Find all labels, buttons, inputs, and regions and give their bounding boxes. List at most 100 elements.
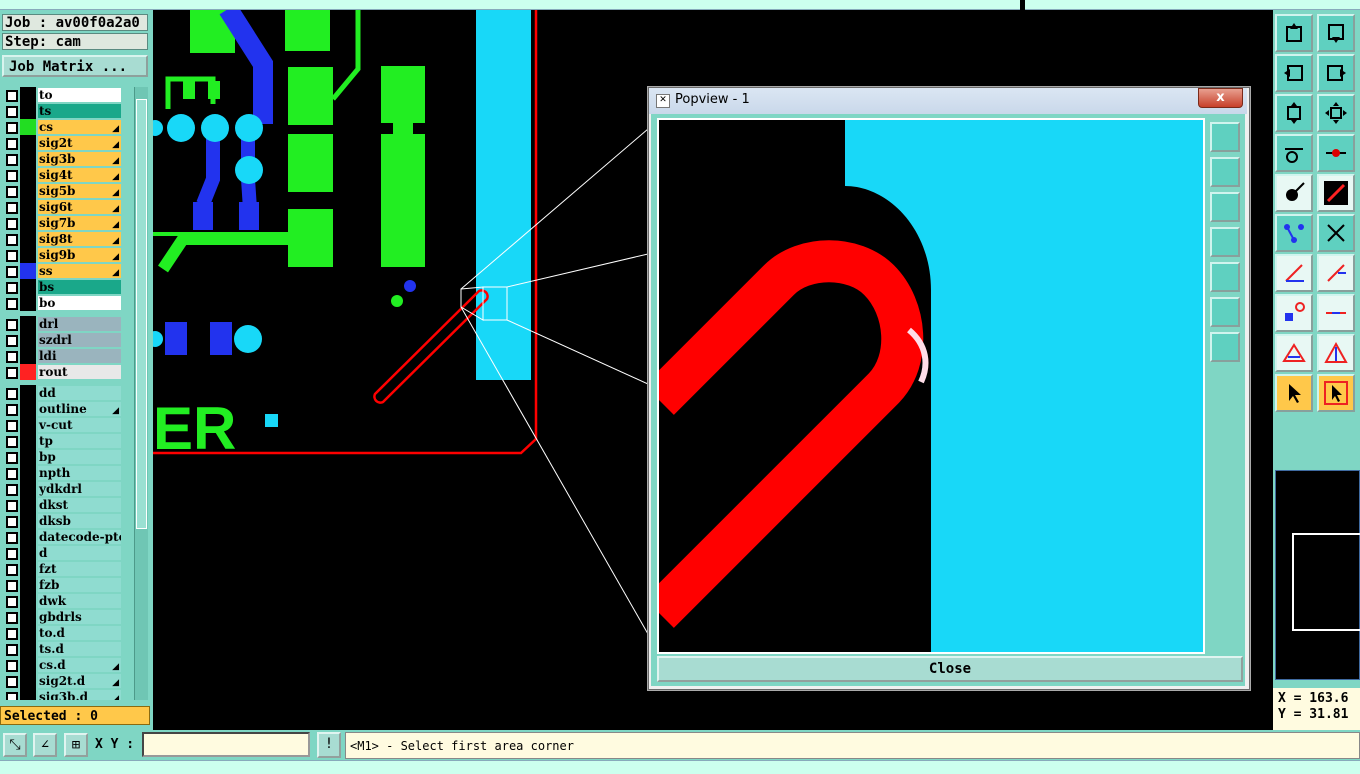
alert-icon[interactable]: ! — [317, 732, 341, 758]
layer-color-swatch[interactable] — [20, 689, 36, 700]
close-button[interactable]: Close — [657, 656, 1243, 682]
layer-color-swatch[interactable] — [20, 625, 36, 641]
layer-row[interactable]: dksb — [2, 513, 122, 529]
popview-canvas[interactable] — [657, 118, 1205, 654]
layer-color-swatch[interactable] — [20, 151, 36, 167]
triangle-icon[interactable] — [1275, 334, 1313, 372]
layer-row[interactable]: sig2t.d ◢ — [2, 673, 122, 689]
layer-color-swatch[interactable] — [20, 279, 36, 295]
cross-icon[interactable] — [1317, 214, 1355, 252]
layer-checkbox[interactable] — [6, 532, 18, 544]
layer-color-swatch[interactable] — [20, 529, 36, 545]
layer-checkbox[interactable] — [6, 122, 18, 134]
layer-color-swatch[interactable] — [20, 401, 36, 417]
layer-row[interactable]: fzb — [2, 577, 122, 593]
pan-up-icon[interactable] — [1210, 157, 1240, 187]
layer-checkbox[interactable] — [6, 90, 18, 102]
angle-measure-icon[interactable] — [1275, 254, 1313, 292]
layer-color-swatch[interactable] — [20, 199, 36, 215]
layer-checkbox[interactable] — [6, 564, 18, 576]
layer-row[interactable]: dwk — [2, 593, 122, 609]
layer-row[interactable]: drl — [2, 316, 122, 332]
connect-icon[interactable] — [1275, 214, 1313, 252]
layer-row[interactable]: dkst — [2, 497, 122, 513]
layer-checkbox[interactable] — [6, 250, 18, 262]
layer-color-swatch[interactable] — [20, 497, 36, 513]
layer-color-swatch[interactable] — [20, 465, 36, 481]
fit-view-icon[interactable] — [1275, 94, 1313, 132]
layer-row[interactable]: szdrl — [2, 332, 122, 348]
close-icon[interactable]: x — [1198, 88, 1243, 108]
layer-checkbox[interactable] — [6, 202, 18, 214]
layer-row[interactable]: outline ◢ — [2, 401, 122, 417]
zoom-home-icon[interactable] — [1210, 332, 1240, 362]
layer-color-swatch[interactable] — [20, 167, 36, 183]
layer-color-swatch[interactable] — [20, 577, 36, 593]
layer-color-swatch[interactable] — [20, 332, 36, 348]
pan-right-icon[interactable] — [1210, 262, 1240, 292]
grid-snap-icon[interactable]: ⊞ — [64, 733, 88, 757]
layer-color-swatch[interactable] — [20, 263, 36, 279]
layer-checkbox[interactable] — [6, 154, 18, 166]
layer-row[interactable]: sig8t ◢ — [2, 231, 122, 247]
layer-row[interactable]: bp — [2, 449, 122, 465]
layer-row[interactable]: ldi — [2, 348, 122, 364]
layer-checkbox[interactable] — [6, 388, 18, 400]
xy-input[interactable] — [142, 732, 310, 757]
layer-checkbox[interactable] — [6, 170, 18, 182]
zoom-all-icon[interactable] — [1317, 94, 1355, 132]
layer-checkbox[interactable] — [6, 516, 18, 528]
layer-row[interactable]: ts.d — [2, 641, 122, 657]
layer-color-swatch[interactable] — [20, 449, 36, 465]
layer-color-swatch[interactable] — [20, 247, 36, 263]
layer-color-swatch[interactable] — [20, 481, 36, 497]
layer-checkbox[interactable] — [6, 266, 18, 278]
layer-checkbox[interactable] — [6, 319, 18, 331]
job-matrix-button[interactable]: Job Matrix ... — [2, 55, 148, 77]
layer-checkbox[interactable] — [6, 298, 18, 310]
layer-color-swatch[interactable] — [20, 316, 36, 332]
angle-icon[interactable]: ∠ — [33, 733, 57, 757]
layer-checkbox[interactable] — [6, 186, 18, 198]
layer-row[interactable]: to — [2, 87, 122, 103]
layer-checkbox[interactable] — [6, 351, 18, 363]
layer-color-swatch[interactable] — [20, 593, 36, 609]
layer-checkbox[interactable] — [6, 282, 18, 294]
move-down-icon[interactable] — [1317, 14, 1355, 52]
layer-row[interactable]: tp — [2, 433, 122, 449]
move-up-icon[interactable] — [1275, 14, 1313, 52]
layer-checkbox[interactable] — [6, 660, 18, 672]
pointer-icon[interactable] — [1275, 374, 1313, 412]
layer-color-swatch[interactable] — [20, 433, 36, 449]
probe-icon[interactable] — [1317, 134, 1355, 172]
layer-row[interactable]: ydkdrl — [2, 481, 122, 497]
layer-row[interactable]: to.d — [2, 625, 122, 641]
overview-map[interactable] — [1275, 470, 1360, 680]
layer-checkbox[interactable] — [6, 676, 18, 688]
layer-color-swatch[interactable] — [20, 513, 36, 529]
layer-color-swatch[interactable] — [20, 231, 36, 247]
layer-checkbox[interactable] — [6, 628, 18, 640]
layer-checkbox[interactable] — [6, 335, 18, 347]
layer-row[interactable]: v-cut — [2, 417, 122, 433]
move-right-icon[interactable] — [1317, 54, 1355, 92]
triangle-alt-icon[interactable] — [1317, 334, 1355, 372]
layer-row[interactable]: rout — [2, 364, 122, 380]
layer-row[interactable]: fzt — [2, 561, 122, 577]
zoom-fit-icon[interactable] — [1210, 297, 1240, 327]
layer-checkbox[interactable] — [6, 367, 18, 379]
scrollbar-thumb[interactable] — [136, 99, 147, 529]
distance-icon[interactable] — [1317, 294, 1355, 332]
layer-row[interactable]: ss ◢ — [2, 263, 122, 279]
layer-color-swatch[interactable] — [20, 417, 36, 433]
layer-color-swatch[interactable] — [20, 673, 36, 689]
layer-row[interactable]: bs — [2, 279, 122, 295]
layer-row[interactable]: sig3b.d ◢ — [2, 689, 122, 700]
move-left-icon[interactable] — [1275, 54, 1313, 92]
select-pad-icon[interactable] — [1275, 174, 1313, 212]
layer-row[interactable]: sig2t ◢ — [2, 135, 122, 151]
layer-checkbox[interactable] — [6, 644, 18, 656]
layer-checkbox[interactable] — [6, 234, 18, 246]
layer-color-swatch[interactable] — [20, 135, 36, 151]
layer-checkbox[interactable] — [6, 500, 18, 512]
